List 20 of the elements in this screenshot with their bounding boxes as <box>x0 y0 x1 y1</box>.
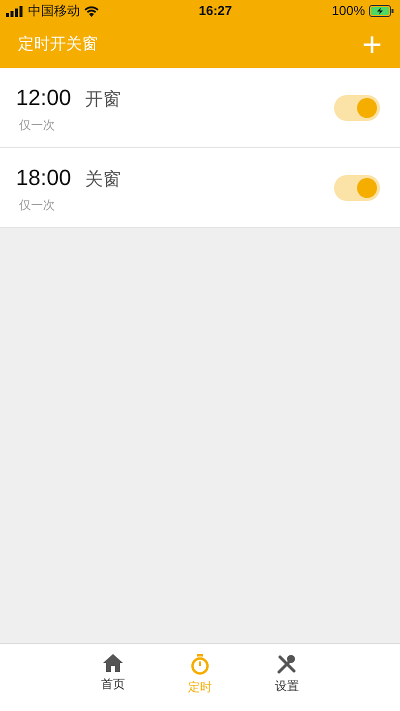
signal-icon <box>6 6 24 16</box>
timer-action: 关窗 <box>85 168 122 191</box>
home-icon <box>103 654 123 672</box>
wifi-icon <box>84 6 99 16</box>
timer-time: 18:00 <box>16 164 72 192</box>
carrier-name: 中国移动 <box>28 2 80 20</box>
tab-item[interactable]: 设置 <box>264 654 310 696</box>
repeat-label: 仅一次 <box>19 117 56 134</box>
toggle-switch[interactable] <box>334 94 380 120</box>
battery-charging-icon <box>369 5 394 17</box>
stopwatch-icon <box>190 654 210 675</box>
page-title: 定时开关窗 <box>18 34 98 55</box>
timer-time: 12:00 <box>16 84 72 112</box>
tab-item[interactable]: 首页 <box>90 654 136 696</box>
tools-icon <box>277 654 297 674</box>
status-time: 16:27 <box>198 3 232 18</box>
repeat-label: 仅一次 <box>19 197 56 214</box>
battery-percent: 100% <box>332 2 365 20</box>
timer-action: 开窗 <box>85 88 122 111</box>
toggle-switch[interactable] <box>334 174 380 200</box>
